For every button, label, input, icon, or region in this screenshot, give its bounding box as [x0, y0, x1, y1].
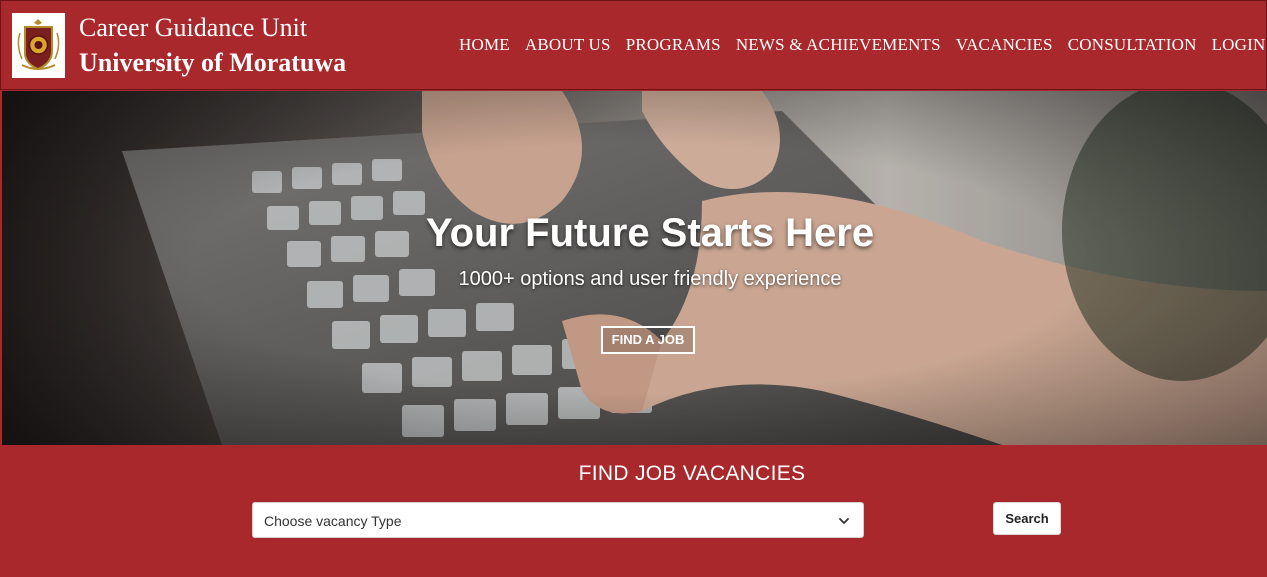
nav-news-achievements[interactable]: NEWS & ACHIEVEMENTS — [736, 35, 941, 55]
vacancy-type-select[interactable]: Choose vacancy Type — [252, 502, 864, 538]
nav-home[interactable]: HOME — [459, 35, 510, 55]
nav-consultation[interactable]: CONSULTATION — [1068, 35, 1197, 55]
nav-about-us[interactable]: ABOUT US — [525, 35, 611, 55]
main-nav: HOME ABOUT US PROGRAMS NEWS & ACHIEVEMEN… — [459, 35, 1265, 55]
section-title: FIND JOB VACANCIES — [578, 462, 806, 485]
hero-subtitle: 1000+ options and user friendly experien… — [458, 268, 842, 290]
search-button[interactable]: Search — [993, 502, 1061, 535]
select-value: Choose vacancy Type — [264, 513, 402, 529]
site-header: Career Guidance Unit University of Morat… — [0, 0, 1267, 90]
find-a-job-button[interactable]: FIND A JOB — [601, 326, 695, 354]
chevron-down-icon — [839, 518, 849, 524]
nav-vacancies[interactable]: VACANCIES — [956, 35, 1053, 55]
hero-title: Your Future Starts Here — [425, 211, 875, 255]
nav-clip: HOME ABOUT US PROGRAMS NEWS & ACHIEVEMEN… — [1, 1, 1267, 91]
nav-programs[interactable]: PROGRAMS — [626, 35, 721, 55]
nav-login[interactable]: LOGIN — [1212, 35, 1266, 55]
